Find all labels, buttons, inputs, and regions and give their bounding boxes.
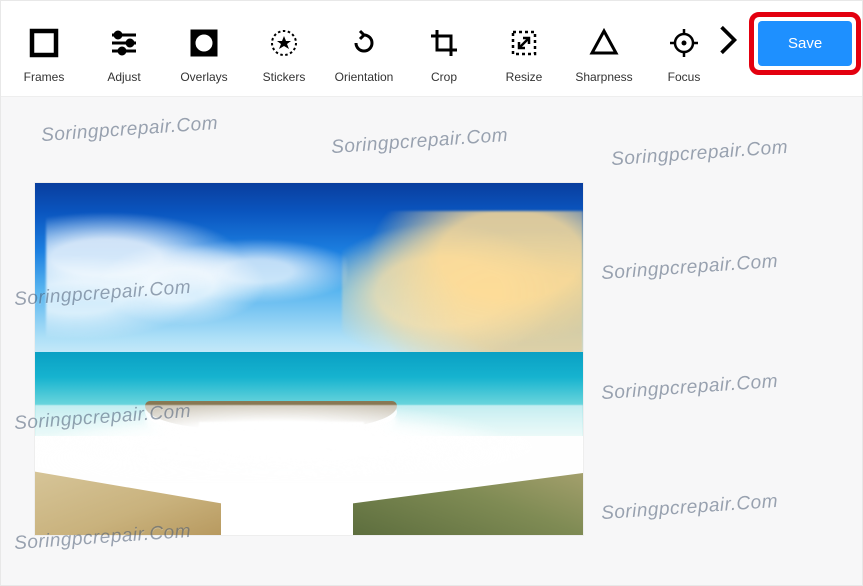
focus-icon	[663, 22, 705, 64]
resize-icon	[503, 22, 545, 64]
chevron-right-icon	[717, 23, 739, 57]
watermark-text: Soringpcrepair.Com	[610, 137, 788, 171]
tool-list: Frames Adjust	[11, 14, 717, 84]
tool-adjust[interactable]: Adjust	[91, 22, 157, 84]
stickers-icon	[263, 22, 305, 64]
watermark-text: Soringpcrepair.Com	[600, 251, 778, 285]
app-window: Frames Adjust	[0, 0, 863, 586]
tool-stickers[interactable]: Stickers	[251, 22, 317, 84]
watermark-text: Soringpcrepair.Com	[330, 125, 508, 159]
frames-icon	[23, 22, 65, 64]
tool-label: Sharpness	[575, 70, 632, 84]
toolbar-next-button[interactable]	[717, 20, 739, 60]
tool-overlays[interactable]: Overlays	[171, 22, 237, 84]
tool-label: Frames	[24, 70, 65, 84]
adjust-icon	[103, 22, 145, 64]
orientation-icon	[343, 22, 385, 64]
watermark-text: Soringpcrepair.Com	[40, 113, 218, 147]
tool-label: Overlays	[180, 70, 227, 84]
tool-resize[interactable]: Resize	[491, 22, 557, 84]
image-content	[35, 183, 583, 535]
tool-orientation[interactable]: Orientation	[331, 22, 397, 84]
sharpness-icon	[583, 22, 625, 64]
editor-image[interactable]	[35, 183, 583, 535]
canvas-area: Soringpcrepair.Com Soringpcrepair.Com So…	[1, 97, 862, 586]
save-button-highlight: Save	[749, 12, 861, 75]
tool-frames[interactable]: Frames	[11, 22, 77, 84]
tool-label: Crop	[431, 70, 457, 84]
tool-focus[interactable]: Focus	[651, 22, 717, 84]
tool-label: Focus	[668, 70, 701, 84]
tool-label: Stickers	[263, 70, 306, 84]
tool-sharpness[interactable]: Sharpness	[571, 22, 637, 84]
watermark-text: Soringpcrepair.Com	[600, 491, 778, 525]
save-button[interactable]: Save	[758, 21, 852, 66]
watermark-text: Soringpcrepair.Com	[600, 371, 778, 405]
tool-crop[interactable]: Crop	[411, 22, 477, 84]
tool-label: Adjust	[107, 70, 140, 84]
overlays-icon	[183, 22, 225, 64]
toolbar: Frames Adjust	[1, 1, 862, 97]
tool-label: Resize	[506, 70, 543, 84]
crop-icon	[423, 22, 465, 64]
tool-label: Orientation	[335, 70, 394, 84]
